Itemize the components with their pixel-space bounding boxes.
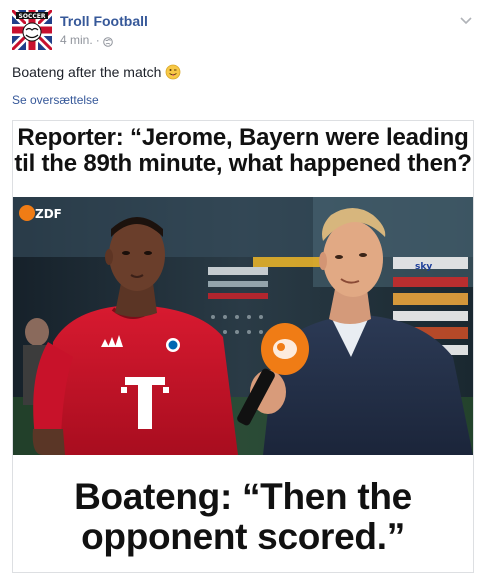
sky-banner-text: sky (415, 262, 432, 272)
video-frame[interactable]: sky ZDF (13, 197, 473, 455)
face-with-tongue-emoji-icon (165, 64, 181, 80)
post-message-text: Boateng after the match (12, 64, 162, 80)
union-jack-avatar: SOCCER (12, 10, 52, 50)
timestamp-link[interactable]: 4 min. (60, 33, 93, 48)
zdf-logo: ZDF (19, 205, 62, 221)
see-translation-link[interactable]: Se oversættelse (12, 92, 99, 108)
facebook-post: SOCCER Troll Football 4 min. · Boateng a… (0, 0, 486, 578)
header-text: Troll Football 4 min. · (60, 13, 148, 48)
post-media[interactable]: Reporter: “Jerome, Bayern were leading t… (12, 120, 474, 573)
chevron-down-icon[interactable] (458, 14, 474, 26)
post-meta: 4 min. · (60, 33, 148, 48)
meme-bottom-caption: Boateng: “Then the opponent scored.” (13, 455, 473, 572)
meta-separator: · (95, 33, 100, 47)
page-name-link[interactable]: Troll Football (60, 13, 148, 30)
meme-top-caption-text: Reporter: “Jerome, Bayern were leading t… (14, 124, 472, 177)
post-message: Boateng after the match (12, 63, 181, 81)
meme-top-caption: Reporter: “Jerome, Bayern were leading t… (13, 121, 473, 197)
globe-icon[interactable] (102, 36, 113, 47)
zdf-logo-text: ZDF (35, 207, 62, 221)
interview-scene: sky ZDF (13, 197, 473, 455)
avatar-label: SOCCER (19, 13, 46, 20)
avatar[interactable]: SOCCER (12, 10, 52, 50)
post-header: SOCCER Troll Football 4 min. · (12, 8, 474, 52)
meme-bottom-caption-text: Boateng: “Then the opponent scored.” (74, 476, 412, 557)
